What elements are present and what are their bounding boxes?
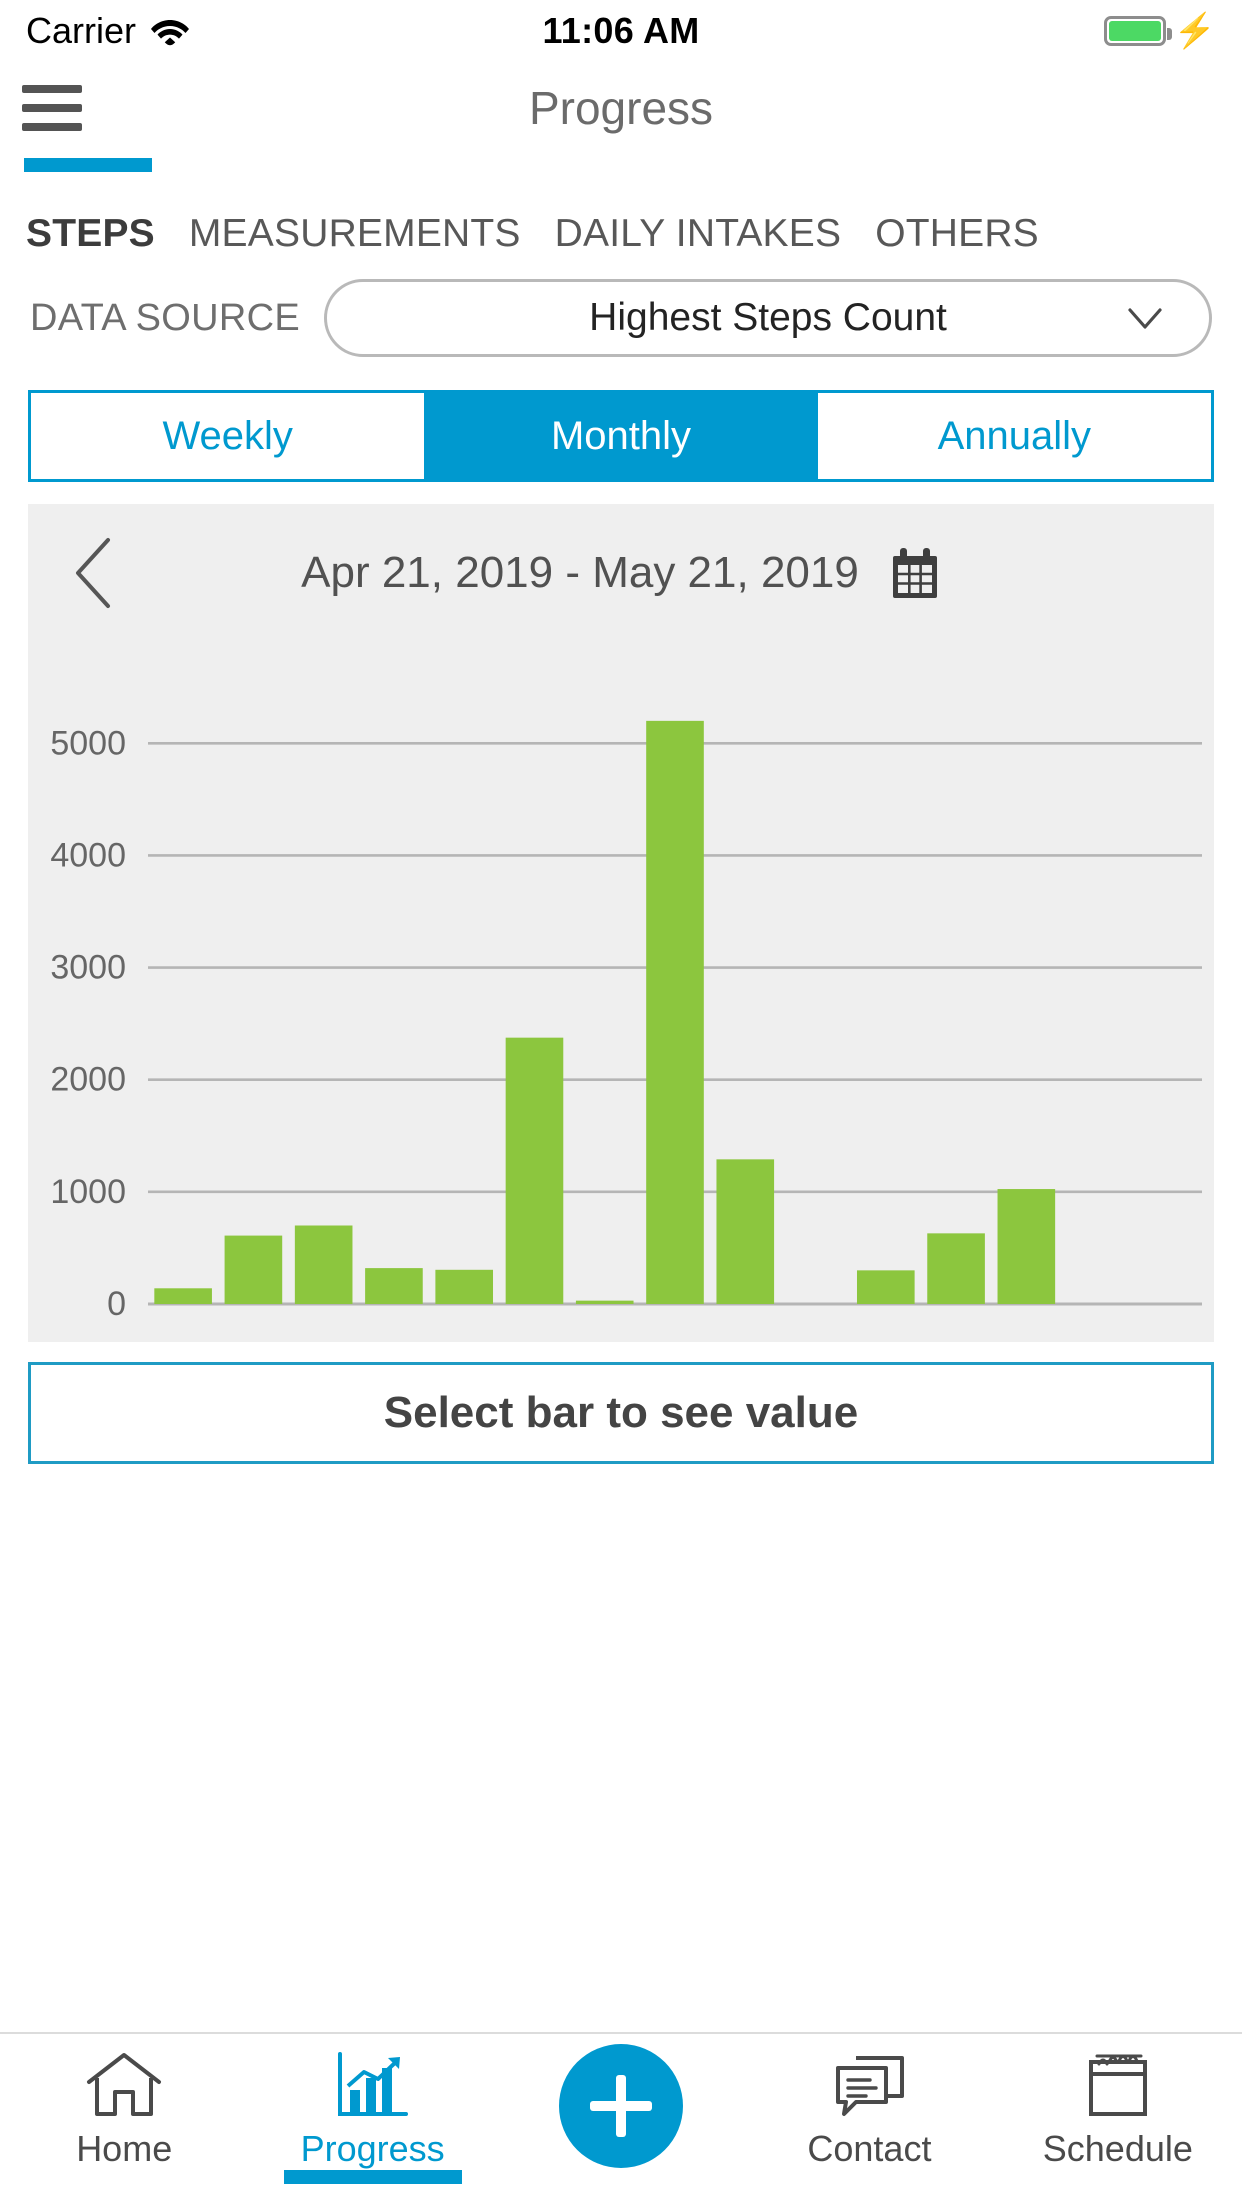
app-screen: Carrier 11:06 AM ⚡ Progress STEPS MEASUR…: [0, 0, 1242, 2208]
nav-item-schedule[interactable]: Schedule: [994, 2050, 1242, 2170]
status-bar: Carrier 11:06 AM ⚡: [0, 0, 1242, 62]
nav-item-contact[interactable]: Contact: [745, 2050, 993, 2170]
battery-fill: [1108, 21, 1161, 41]
svg-text:4000: 4000: [50, 836, 126, 874]
chevron-down-icon: [1128, 308, 1162, 329]
battery-icon: [1103, 16, 1172, 46]
period-segmented-control: Weekly Monthly Annually: [28, 390, 1214, 482]
hamburger-bar: [22, 85, 82, 93]
date-range-row: Apr 21, 2019 - May 21, 2019: [28, 504, 1214, 642]
data-source-dropdown[interactable]: Highest Steps Count: [324, 279, 1212, 357]
nav-label-home: Home: [76, 2128, 173, 2169]
date-range-label: Apr 21, 2019 - May 21, 2019: [301, 548, 859, 597]
hamburger-bar: [22, 104, 82, 112]
nav-active-underline: [283, 2170, 462, 2184]
selected-bar-value-button[interactable]: Select bar to see value: [28, 1362, 1214, 1464]
svg-text:1000: 1000: [50, 1173, 126, 1211]
calendar-icon[interactable]: [889, 546, 941, 600]
calendar-icon: [1079, 2050, 1157, 2118]
hamburger-bar: [22, 123, 82, 131]
plus-icon: [590, 2075, 653, 2137]
data-source-row: DATA SOURCE Highest Steps Count: [0, 262, 1242, 374]
top-tab-bar: STEPS MEASUREMENTS DAILY INTAKES OTHERS: [0, 154, 1242, 262]
active-tab-indicator: [24, 158, 152, 172]
chart-card: Apr 21, 2019 - May 21, 2019 0 1000 2000 300…: [28, 504, 1214, 1342]
tab-steps[interactable]: STEPS: [26, 212, 155, 256]
svg-text:3000: 3000: [50, 949, 126, 987]
carrier-label: Carrier: [26, 10, 137, 51]
page-title: Progress: [528, 82, 714, 134]
nav-label-schedule: Schedule: [1042, 2128, 1193, 2169]
data-source-value: Highest Steps Count: [589, 296, 947, 339]
segment-annually[interactable]: Annually: [817, 393, 1211, 479]
lightning-bolt-icon: ⚡: [1173, 12, 1217, 50]
date-range-center: Apr 21, 2019 - May 21, 2019: [28, 546, 1214, 600]
tab-daily-intakes[interactable]: DAILY INTAKES: [555, 212, 842, 256]
tab-list: STEPS MEASUREMENTS DAILY INTAKES OTHERS: [0, 212, 1242, 256]
app-header: Progress: [0, 62, 1242, 154]
nav-item-progress[interactable]: Progress: [248, 2050, 496, 2184]
selected-bar-value-label: Select bar to see value: [383, 1388, 859, 1437]
wifi-icon: [151, 20, 190, 46]
chat-bubbles-icon: [830, 2050, 908, 2118]
bottom-navigation-bar: Home Progress Contact Schedule: [0, 2032, 1242, 2208]
segment-weekly[interactable]: Weekly: [31, 393, 425, 479]
add-fab-button[interactable]: [559, 2044, 684, 2168]
bar-chart-icon: [334, 2050, 412, 2118]
nav-item-home[interactable]: Home: [0, 2050, 248, 2170]
nav-label-contact: Contact: [807, 2128, 932, 2169]
nav-label-progress: Progress: [300, 2128, 445, 2169]
chevron-left-icon[interactable]: [68, 534, 120, 612]
status-bar-right: ⚡: [700, 14, 1216, 48]
svg-text:2000: 2000: [50, 1061, 126, 1099]
bar-chart-plot[interactable]: 0 1000 2000 3000 4000 5000: [28, 642, 1214, 1332]
tab-others[interactable]: OTHERS: [875, 212, 1039, 256]
nav-item-add[interactable]: [497, 2044, 745, 2168]
clock: 11:06 AM: [542, 10, 700, 51]
svg-text:0: 0: [107, 1285, 126, 1323]
segment-monthly[interactable]: Monthly: [424, 393, 818, 479]
home-icon: [85, 2050, 163, 2118]
tab-measurements[interactable]: MEASUREMENTS: [189, 212, 521, 256]
svg-text:5000: 5000: [50, 724, 126, 762]
steps-bar-chart[interactable]: 0 1000 2000 3000 4000 5000: [28, 642, 1214, 1332]
status-bar-left: Carrier: [26, 10, 542, 52]
hamburger-menu-icon[interactable]: [22, 85, 82, 131]
data-source-label: DATA SOURCE: [30, 296, 301, 339]
